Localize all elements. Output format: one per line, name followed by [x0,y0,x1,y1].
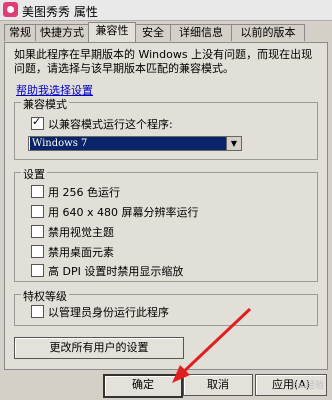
watermark-text: Bai经验 [291,381,324,391]
option-640x480: 用 640 x 480 屏幕分辨率运行 [48,206,199,219]
tab-security[interactable]: 安全 [135,24,171,41]
option-256-colors: 用 256 色运行 [48,186,120,199]
tab-shortcut[interactable]: 快捷方式 [35,24,89,41]
compat-mode-checkbox[interactable] [31,115,44,130]
tab-strip: 常规 快捷方式 兼容性 安全 详细信息 以前的版本 [4,22,328,42]
tab-previous-versions[interactable]: 以前的版本 [231,24,305,41]
checkbox-disable-desktop[interactable] [31,245,44,258]
checkbox-disable-dpi[interactable] [31,264,44,277]
checkbox-disable-themes[interactable] [31,225,44,238]
checkbox-256-colors[interactable] [31,185,44,198]
settings-label: 设置 [21,166,47,182]
option-disable-themes: 禁用视觉主题 [48,226,114,239]
os-select-value: Windows 7 [30,137,226,150]
tab-compatibility[interactable]: 兼容性 [88,22,136,42]
tab-general[interactable]: 常规 [4,24,36,41]
window-title: 美图秀秀 属性 [22,5,98,19]
change-all-users-button[interactable]: 更改所有用户的设置 [14,337,184,359]
os-select[interactable]: Windows 7 ▼ [28,136,242,151]
app-icon [3,2,18,17]
option-run-as-admin: 以管理员身份运行此程序 [48,306,169,319]
chevron-down-icon[interactable]: ▼ [226,137,241,150]
checkbox-run-as-admin[interactable] [31,305,44,318]
option-disable-dpi: 高 DPI 设置时禁用显示缩放 [48,265,184,278]
compat-mode-label: 兼容模式 [21,96,69,112]
tab-details[interactable]: 详细信息 [170,24,232,41]
title-bar: 美图秀秀 属性 [0,0,332,21]
checkbox-640x480[interactable] [31,205,44,218]
intro-text: 如果此程序在早期版本的 Windows 上没有问题，而现在出现问题，请选择与该早… [14,48,313,75]
ok-button[interactable]: 确定 [103,374,183,398]
option-disable-desktop: 禁用桌面元素 [48,246,114,259]
compat-mode-checkbox-label: 以兼容模式运行这个程序: [48,118,173,131]
privilege-label: 特权等级 [21,288,69,304]
cancel-button[interactable]: 取消 [183,374,253,396]
